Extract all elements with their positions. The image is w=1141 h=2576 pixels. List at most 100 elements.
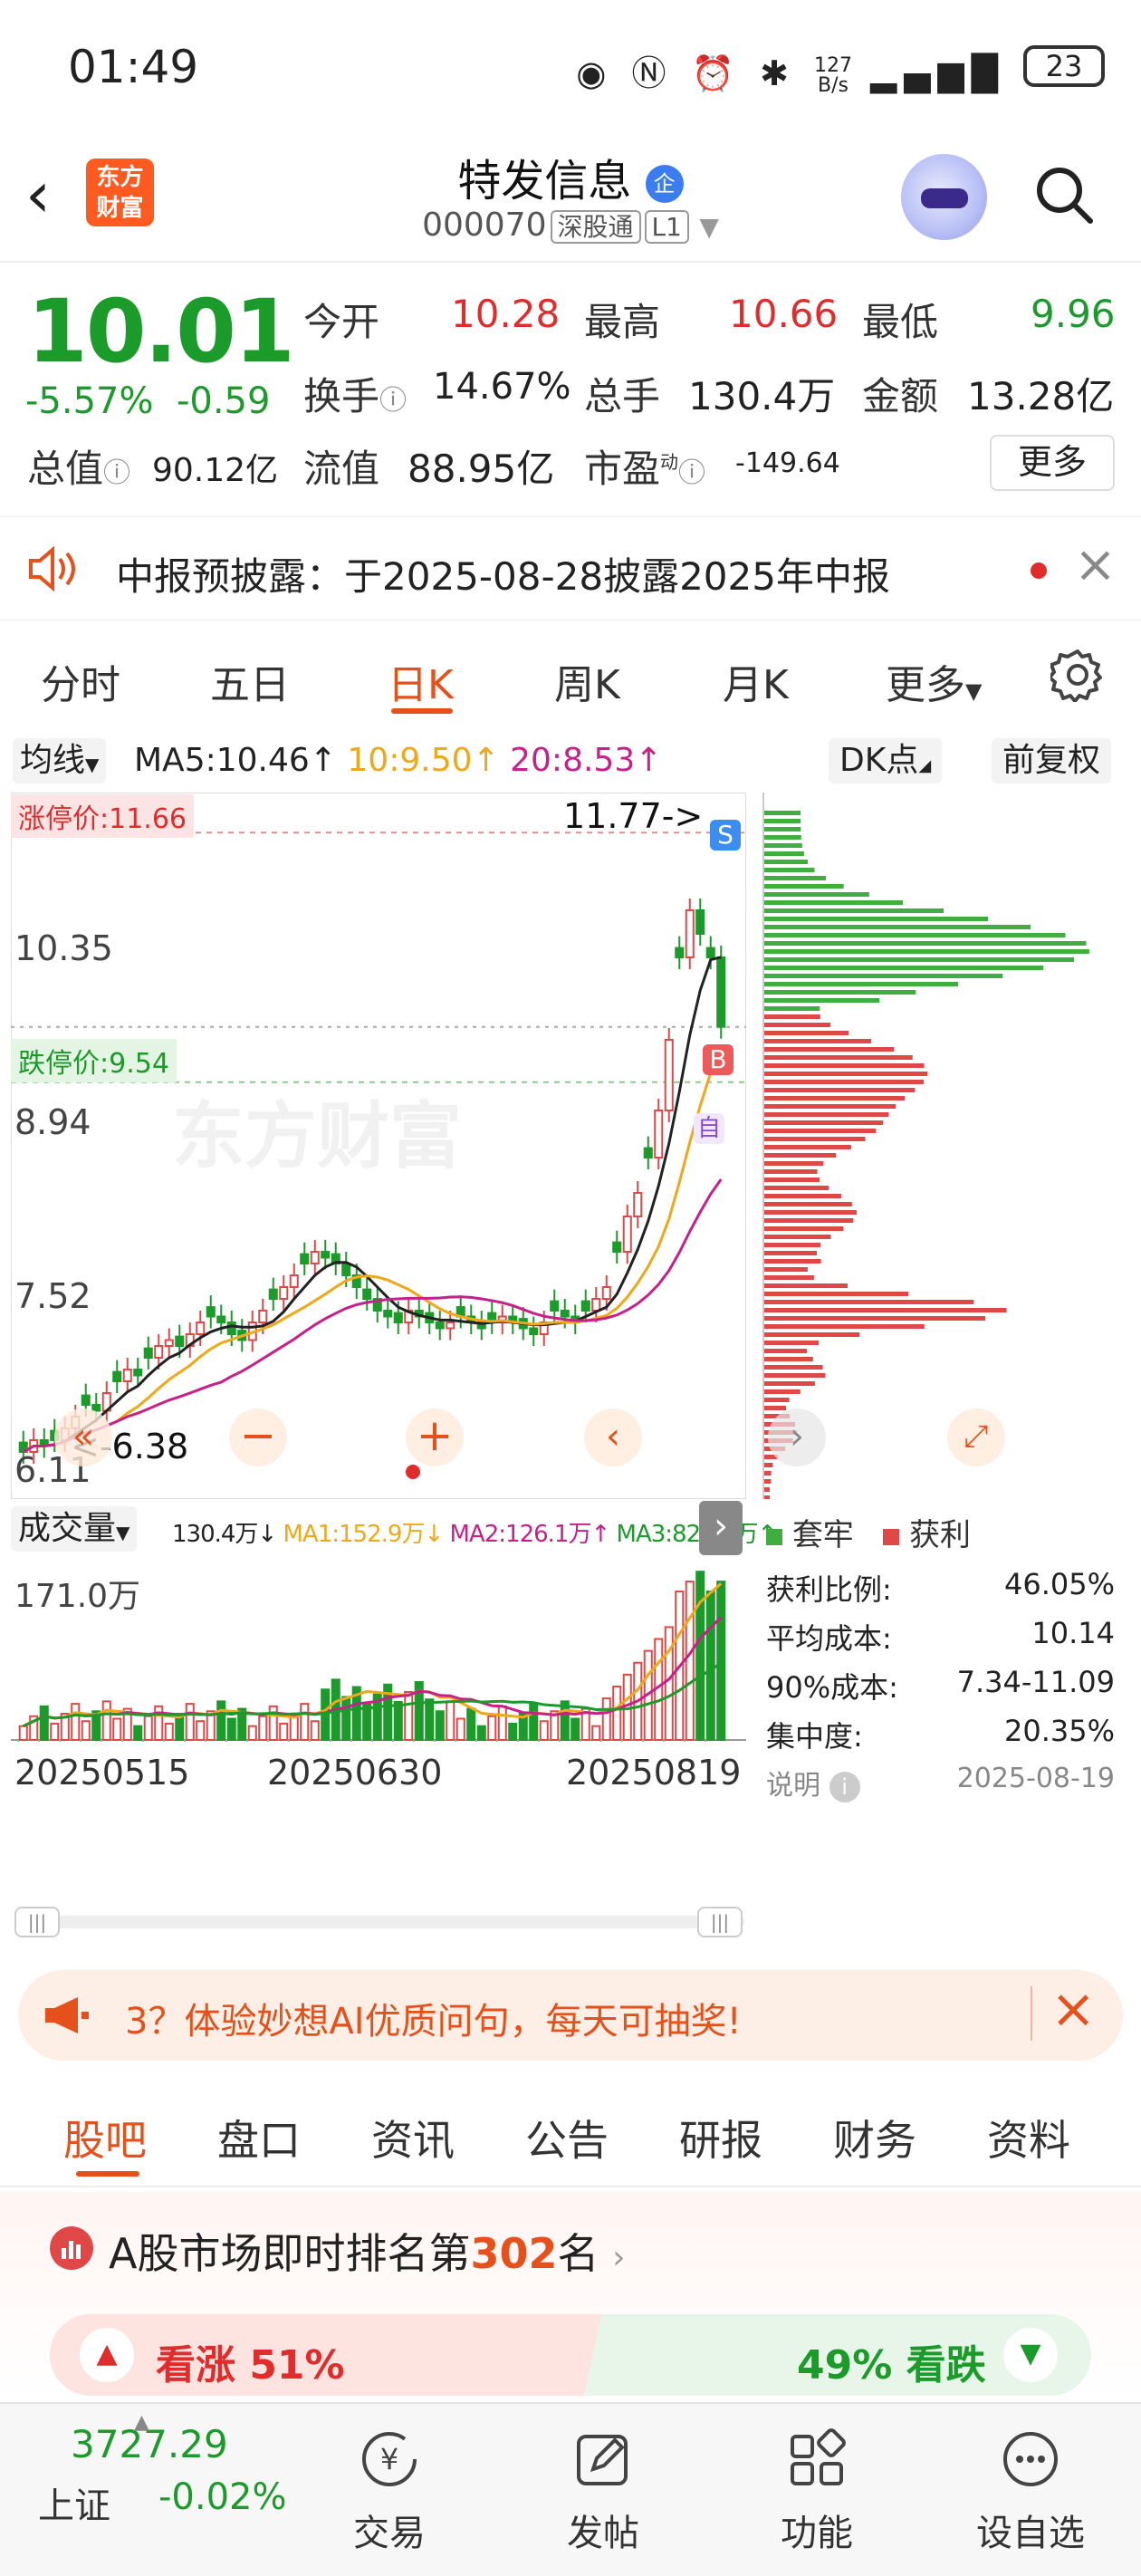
tab-finance[interactable]: 财务: [833, 2108, 916, 2167]
tab-guba[interactable]: 股吧: [63, 2108, 147, 2167]
chip-bar: [764, 1235, 831, 1239]
volume-bar: [664, 1626, 674, 1741]
tab-intraday[interactable]: 分时: [41, 652, 120, 710]
volume-bar: [71, 1703, 81, 1741]
price-adjust-button[interactable]: 前复权: [992, 738, 1112, 783]
volume-bar: [300, 1703, 310, 1741]
high-value: 10.66: [729, 292, 839, 336]
candle-body: [435, 1322, 445, 1330]
volume-bar: [455, 1717, 465, 1741]
volume-bar: [216, 1700, 226, 1741]
chevron-right-icon[interactable]: ›: [768, 1408, 826, 1466]
chip-bar: [764, 990, 916, 995]
chip-bar: [764, 884, 844, 889]
ma-select[interactable]: 均线▼: [13, 738, 107, 783]
dk-point-button[interactable]: DK点◢: [829, 738, 943, 783]
tab-monthly-k[interactable]: 月K: [723, 652, 789, 710]
nav-label: 功能: [781, 2513, 853, 2554]
tab-more[interactable]: 更多▼: [886, 652, 982, 710]
tab-research[interactable]: 研报: [679, 2108, 762, 2167]
candle-body: [164, 1339, 174, 1347]
volume-select[interactable]: 成交量▼: [11, 1506, 138, 1552]
volume-label: 总手: [584, 374, 661, 418]
ai-robot-avatar[interactable]: [901, 154, 987, 240]
close-icon[interactable]: ×: [1050, 1977, 1096, 2041]
tab-news[interactable]: 资讯: [371, 2108, 455, 2167]
tag-level: L1: [644, 210, 689, 244]
candle-body: [685, 909, 695, 958]
volume-bar: [18, 1725, 28, 1742]
nav-trade[interactable]: ¥ 交易: [326, 2427, 453, 2556]
index-name[interactable]: 上证: [38, 2476, 110, 2529]
chip-bar: [764, 1031, 849, 1035]
range-slider-handle-right[interactable]: |||: [697, 1907, 743, 1937]
tab-weekly-k[interactable]: 周K: [554, 652, 620, 710]
chip-row: 集中度: 20.35%: [766, 1714, 1115, 1754]
tab-daily-k[interactable]: 日K: [388, 652, 454, 710]
chip-bar: [764, 1006, 820, 1011]
chip-bar: [764, 851, 804, 856]
expand-right-button[interactable]: ›: [699, 1501, 743, 1555]
chip-bar: [764, 1177, 820, 1182]
expand-icon[interactable]: ⤢: [947, 1408, 1005, 1466]
chip-bar: [764, 1080, 925, 1084]
chip-bar: [764, 1259, 821, 1264]
chip-bar: [764, 1406, 787, 1410]
chevron-left-icon[interactable]: ‹: [584, 1408, 642, 1466]
bullish-button[interactable]: ▲: [80, 2328, 134, 2382]
open-label: 今开: [303, 300, 380, 344]
float-value: 88.95亿: [408, 447, 555, 491]
bearish-label: 49% 看跌: [797, 2342, 986, 2389]
chip-bar: [764, 1145, 851, 1149]
more-button[interactable]: 更多: [990, 435, 1115, 491]
low-label: 最低: [862, 300, 939, 344]
tab-five-day[interactable]: 五日: [210, 652, 290, 710]
nav-functions[interactable]: 功能: [753, 2427, 880, 2556]
range-slider-track[interactable]: [14, 1916, 744, 1928]
chip-bar: [764, 860, 809, 864]
candle-body: [226, 1322, 236, 1335]
volume-bar: [258, 1715, 268, 1741]
chart-area: 均线▼ MA5:10.46↑ 10:9.50↑ 20:8.53↑ DK点◢ 前复…: [0, 729, 1141, 1961]
search-icon[interactable]: [1032, 163, 1096, 226]
scroll-left-button[interactable]: «: [54, 1408, 112, 1466]
chip-bar: [764, 1463, 773, 1467]
more-dots-icon: [1003, 2432, 1058, 2486]
chip-bar: [764, 1389, 801, 1394]
candle-body: [143, 1347, 153, 1359]
chip-bar: [764, 1292, 909, 1296]
tab-announcements[interactable]: 公告: [525, 2108, 609, 2167]
candle-body: [216, 1315, 226, 1323]
bullish-label: 看涨 51%: [156, 2342, 345, 2389]
tab-profile[interactable]: 资料: [987, 2108, 1070, 2167]
bearish-button[interactable]: ▼: [1003, 2328, 1058, 2382]
chip-bar: [764, 933, 1066, 937]
chip-bar: [764, 1072, 928, 1076]
nav-post[interactable]: 发帖: [540, 2427, 666, 2556]
settings-gear-icon[interactable]: [1050, 648, 1105, 702]
chip-bar: [764, 1153, 837, 1158]
volume-bar: [133, 1725, 143, 1742]
range-slider-handle-left[interactable]: |||: [14, 1907, 60, 1937]
chevron-up-icon: ▲: [134, 2411, 149, 2434]
index-change[interactable]: -0.02%: [158, 2476, 287, 2518]
volume-bar: [591, 1725, 601, 1742]
active-tab-underline: [391, 708, 453, 714]
volume-bar: [497, 1705, 507, 1741]
info-icon[interactable]: i: [829, 1772, 860, 1802]
zoom-in-button[interactable]: +: [406, 1408, 464, 1466]
tab-pankou[interactable]: 盘口: [217, 2108, 301, 2167]
legend-swatch: [766, 1528, 782, 1545]
promo-banner[interactable]: 3？体验妙想AI优质问句，每天可抽奖! ×: [18, 1970, 1123, 2061]
zoom-out-button[interactable]: −: [229, 1408, 287, 1466]
close-icon[interactable]: ×: [1074, 535, 1117, 594]
announcement-bar[interactable]: 中报预披露：于2025-08-28披露2025年中报 ×: [0, 516, 1141, 620]
candle-body: [112, 1370, 122, 1382]
nav-add-watchlist[interactable]: 设自选: [967, 2427, 1094, 2556]
watermark: 东方财富: [172, 1094, 462, 1178]
volume-bar: [154, 1705, 164, 1741]
speaker-icon: [29, 546, 75, 591]
volume-bar: [685, 1581, 695, 1742]
rank-title[interactable]: A股市场即时排名第302名 ›: [109, 2221, 626, 2281]
megaphone-icon: [45, 1997, 89, 2033]
